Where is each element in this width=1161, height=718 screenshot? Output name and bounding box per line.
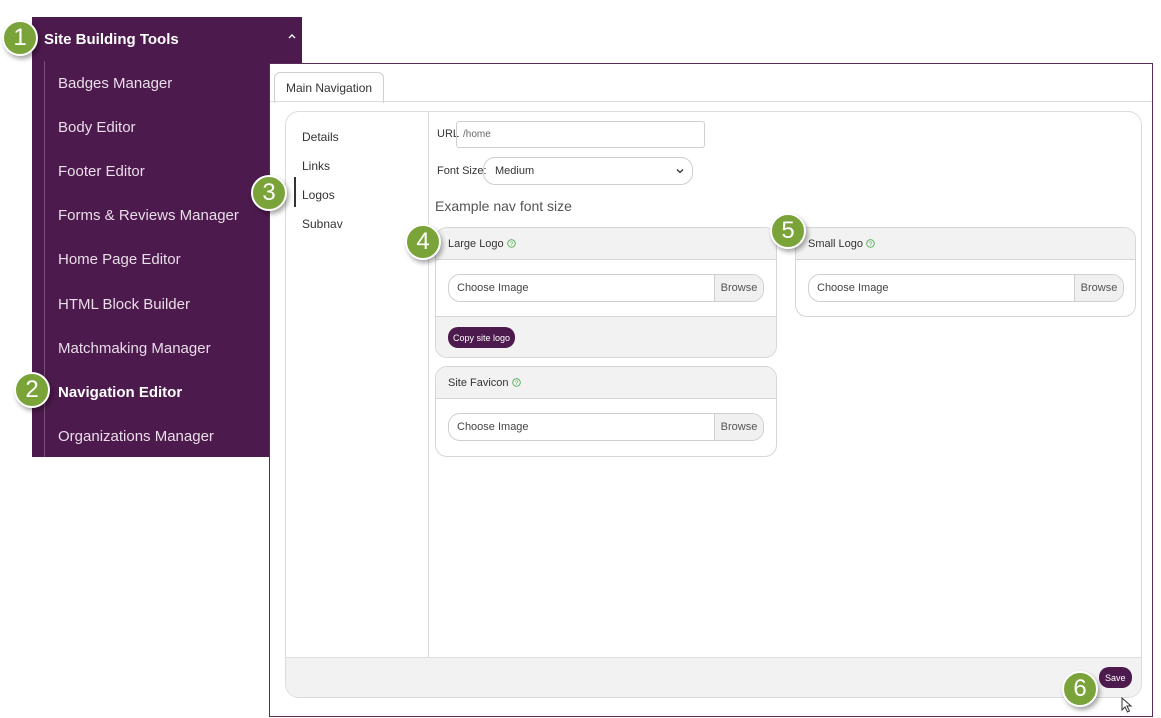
sidebar-item-label: Organizations Manager [58,428,214,446]
save-button[interactable]: Save [1099,667,1132,688]
section-nav: Details Links Logos Subnav [286,112,429,657]
large-logo-placeholder: Choose Image [457,282,529,294]
font-size-label: Font Size: [437,165,487,177]
mouse-cursor-icon [1121,697,1133,713]
nav-item-subnav[interactable]: Subnav [302,217,343,231]
chevron-up-icon [288,34,296,39]
large-logo-file-input[interactable]: Choose Image Browse [448,274,764,302]
sidebar-item-label: HTML Block Builder [58,295,190,313]
callout-badge-4: 4 [405,224,441,260]
main-panel: Main Navigation Details Links Logos Subn… [269,63,1153,717]
sidebar-item-label: Badges Manager [58,74,173,92]
sidebar-header-label: Site Building Tools [44,30,179,48]
callout-badge-6: 6 [1062,671,1098,707]
font-size-select[interactable]: Medium [483,157,693,185]
url-input[interactable]: /home [456,121,705,148]
editor-card: Details Links Logos Subnav URL /home Fon… [285,111,1142,698]
chevron-down-icon [676,169,684,174]
tab-divider [270,101,1152,102]
tab-main-navigation[interactable]: Main Navigation [274,72,385,103]
active-indicator [294,177,296,207]
site-favicon-browse-button[interactable]: Browse [714,414,763,440]
small-logo-browse-button[interactable]: Browse [1074,275,1123,301]
callout-badge-3: 3 [251,175,287,211]
svg-text:?: ? [514,380,518,387]
help-icon[interactable]: ? [866,239,875,248]
small-logo-file-input[interactable]: Choose Image Browse [808,274,1124,302]
site-favicon-box: Site Favicon ? Choose Image Browse [435,366,777,457]
sidebar-item-label: Matchmaking Manager [58,339,211,357]
large-logo-title: Large Logo [448,237,504,250]
sidebar-item-body-editor[interactable]: Body Editor [32,105,302,149]
nav-item-logos[interactable]: Logos [302,188,335,202]
sidebar-list: Badges Manager Body Editor Footer Editor… [32,61,302,459]
sidebar-item-badges-manager[interactable]: Badges Manager [32,61,302,105]
sidebar-item-home-page-editor[interactable]: Home Page Editor [32,238,302,282]
nav-item-links[interactable]: Links [302,159,330,173]
sidebar-item-label: Forms & Reviews Manager [58,207,239,225]
sidebar: Site Building Tools Badges Manager Body … [32,17,302,457]
copy-area: Copy site logo [436,316,776,357]
svg-text:?: ? [509,241,513,248]
help-icon[interactable]: ? [506,239,516,248]
site-favicon-placeholder: Choose Image [457,421,529,433]
sidebar-item-matchmaking-manager[interactable]: Matchmaking Manager [32,326,302,370]
site-favicon-title: Site Favicon [448,376,509,389]
copy-site-logo-button[interactable]: Copy site logo [448,327,516,348]
font-size-value: Medium [495,165,535,177]
large-logo-box: Large Logo ? Choose Image Browse Copy si… [435,227,777,358]
callout-badge-1: 1 [2,20,38,56]
sidebar-item-label: Navigation Editor [58,383,183,401]
tab-label: Main Navigation [286,81,373,95]
large-logo-browse-button[interactable]: Browse [714,275,763,301]
sidebar-item-label: Body Editor [58,118,136,136]
small-logo-title: Small Logo [808,237,864,250]
url-value: /home [463,129,491,140]
sidebar-item-label: Home Page Editor [58,251,181,269]
example-nav-text: Example nav font size [435,198,572,214]
site-favicon-file-input[interactable]: Choose Image Browse [448,413,764,441]
nav-item-details[interactable]: Details [302,130,339,144]
sidebar-item-label: Footer Editor [58,162,145,180]
site-favicon-header: Site Favicon ? [436,367,776,399]
svg-text:?: ? [869,241,873,248]
small-logo-placeholder: Choose Image [817,282,889,294]
sidebar-header-site-building-tools[interactable]: Site Building Tools [32,17,302,61]
help-icon[interactable]: ? [511,378,521,387]
large-logo-header: Large Logo ? [436,228,776,260]
small-logo-box: Small Logo ? Choose Image Browse [795,227,1136,317]
callout-badge-2: 2 [14,372,50,408]
callout-badge-5: 5 [770,213,806,249]
sidebar-item-navigation-editor[interactable]: Navigation Editor [32,370,302,414]
small-logo-header: Small Logo ? [796,228,1135,260]
sidebar-item-organizations-manager[interactable]: Organizations Manager [32,415,302,459]
sidebar-item-html-block-builder[interactable]: HTML Block Builder [32,282,302,326]
card-footer [286,657,1141,697]
